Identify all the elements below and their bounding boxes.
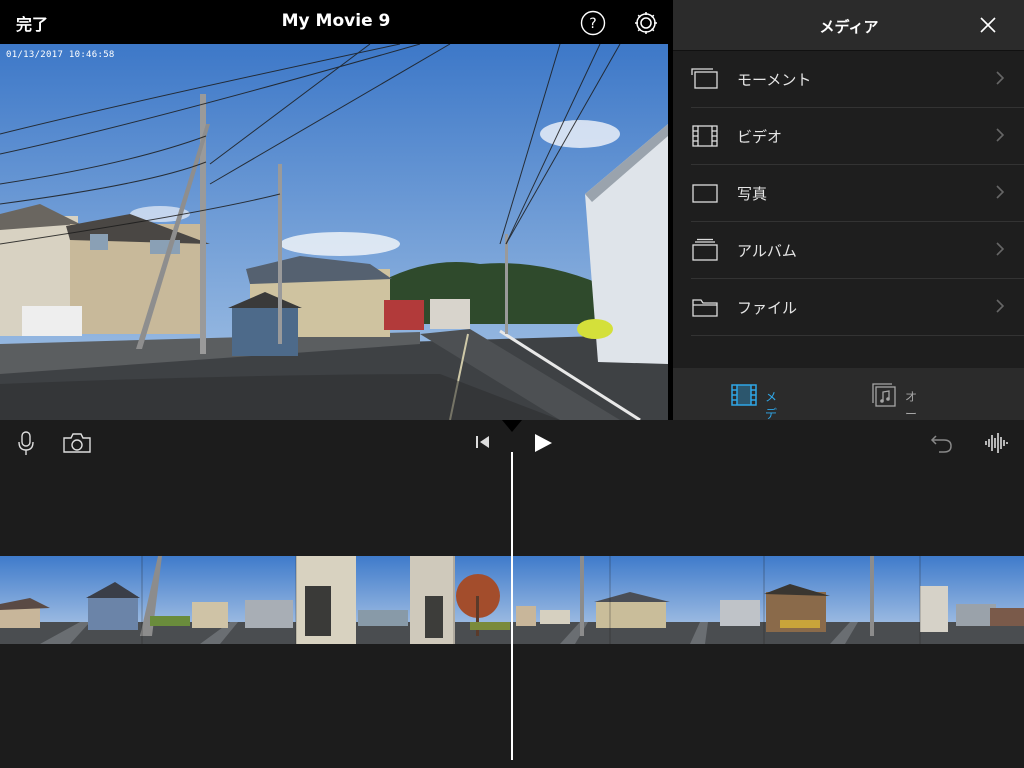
media-item-video[interactable]: ビデオ <box>691 108 1024 165</box>
chevron-right-icon <box>996 299 1005 313</box>
help-icon[interactable]: ? <box>580 10 606 36</box>
media-item-label: アルバム <box>737 242 797 260</box>
chevron-right-icon <box>996 185 1005 199</box>
media-browser: メディア モーメント ビデオ 写真 アルバム ファイル メデ オー <box>672 0 1024 472</box>
media-item-photos[interactable]: 写真 <box>691 165 1024 222</box>
film-icon <box>692 125 718 147</box>
media-title: メディア <box>819 18 879 36</box>
skip-to-start-icon[interactable] <box>474 434 492 450</box>
top-bar: 完了 My Movie 9 ? <box>0 0 672 44</box>
music-note-icon <box>872 383 896 407</box>
play-icon[interactable] <box>532 432 554 454</box>
playhead-marker <box>502 420 522 432</box>
undo-icon[interactable] <box>930 432 954 454</box>
audio-waveform-icon[interactable] <box>984 432 1010 454</box>
media-item-albums[interactable]: アルバム <box>691 222 1024 279</box>
media-item-label: モーメント <box>737 71 812 89</box>
media-item-label: ファイル <box>737 299 798 317</box>
media-item-label: 写真 <box>737 185 768 203</box>
video-preview[interactable]: 01/13/2017 10:46:58 <box>0 44 668 420</box>
svg-text:?: ? <box>589 16 596 32</box>
folder-icon <box>692 299 718 317</box>
playhead-line[interactable] <box>511 452 513 760</box>
media-header: メディア <box>673 0 1024 51</box>
chevron-right-icon <box>996 128 1005 142</box>
project-title: My Movie 9 <box>281 11 391 31</box>
chevron-right-icon <box>996 71 1005 85</box>
film-icon <box>731 384 757 406</box>
album-icon <box>692 238 718 261</box>
close-icon[interactable] <box>979 16 997 34</box>
chevron-right-icon <box>996 242 1005 256</box>
microphone-icon[interactable] <box>16 430 36 456</box>
media-item-label: ビデオ <box>737 128 783 146</box>
camera-icon[interactable] <box>62 432 92 454</box>
moments-icon <box>691 68 718 89</box>
video-timestamp: 01/13/2017 10:46:58 <box>6 50 115 60</box>
photo-icon <box>692 184 718 203</box>
settings-gear-icon[interactable] <box>633 10 659 36</box>
video-frame <box>0 44 668 420</box>
media-category-list: モーメント ビデオ 写真 アルバム ファイル <box>673 51 1024 336</box>
media-item-files[interactable]: ファイル <box>691 279 1024 336</box>
media-tab-bar: メディア オーディオ <box>673 368 1024 472</box>
media-item-moments[interactable]: モーメント <box>691 51 1024 108</box>
